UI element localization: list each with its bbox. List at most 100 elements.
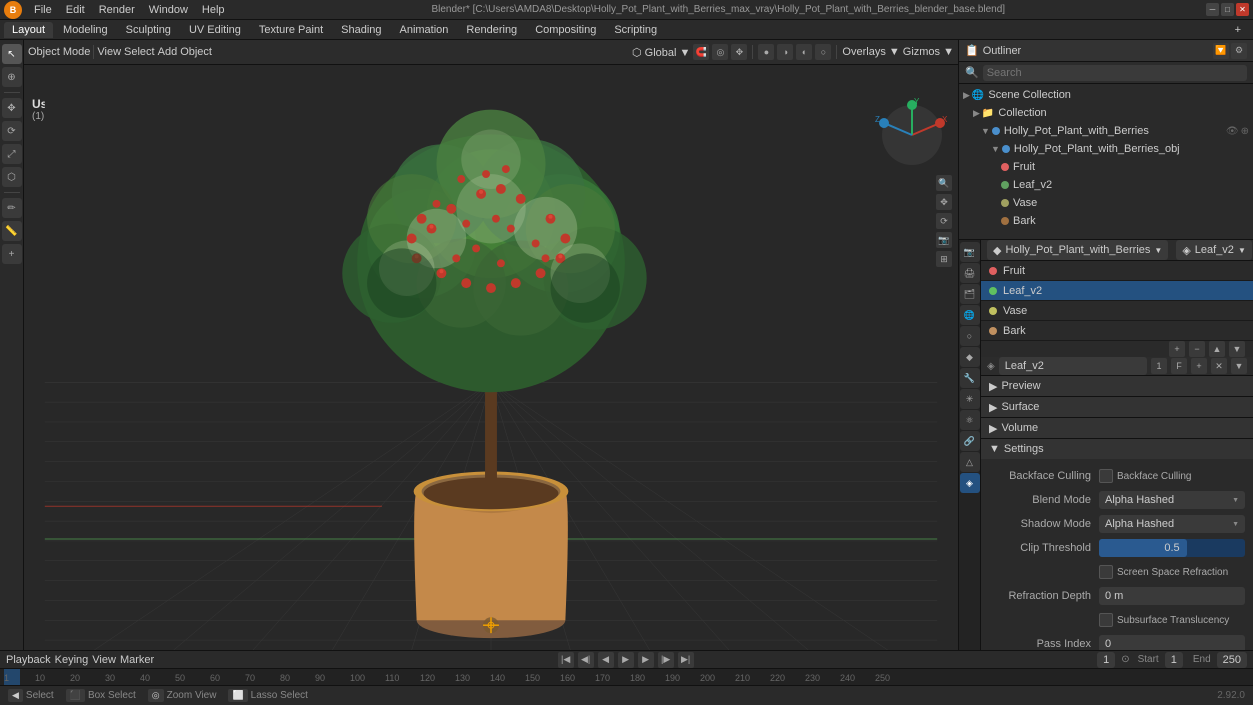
viewport-view-menu[interactable]: View [97,46,121,58]
status-box-select[interactable]: ⬛ Box Select [66,689,136,702]
tab-sculpting[interactable]: Sculpting [118,22,179,38]
mat-move-down-btn[interactable]: ▼ [1229,341,1245,357]
dropdown-shadow-mode[interactable]: Alpha Hashed [1099,515,1245,533]
timeline-start-frame[interactable]: 1 [1165,652,1183,668]
material-name-input[interactable]: Leaf_v2 [999,357,1147,375]
snap-magnet-icon[interactable]: 🧲 [693,44,709,60]
minimize-button[interactable]: ─ [1206,3,1219,16]
nav-orbit-button[interactable]: ⟳ [936,213,952,229]
checkbox-screen-refraction[interactable] [1099,565,1113,579]
timeline-marker-menu[interactable]: Marker [120,654,154,666]
prop-tab-data[interactable]: △ [960,452,980,472]
outliner-search-input[interactable] [983,65,1247,81]
material-filter-btn[interactable]: ▼ [1231,358,1247,374]
tool-measure[interactable]: 📏 [2,221,22,241]
status-lasso-select[interactable]: ⬜ Lasso Select [228,689,307,702]
menu-help[interactable]: Help [196,2,231,18]
menu-render[interactable]: Render [93,2,141,18]
timeline-view-menu[interactable]: View [92,654,116,666]
tl-prev-keyframe-btn[interactable]: ◀| [578,652,594,668]
status-zoom-view[interactable]: ◎ Zoom View [148,689,217,702]
nav-pan-button[interactable]: ✥ [936,194,952,210]
menu-edit[interactable]: Edit [60,2,91,18]
tl-play-btn[interactable]: ▶ [618,652,634,668]
maximize-button[interactable]: □ [1221,3,1234,16]
outliner-item-collection[interactable]: ▶ 📁 Collection [959,104,1253,122]
timeline-scrubber[interactable]: 1 10 20 30 40 50 60 70 80 90 100 110 120… [0,669,1253,685]
cursor-icon-holly[interactable]: ⊕ [1241,126,1249,137]
prop-tab-physics[interactable]: ⚛ [960,410,980,430]
section-volume-header[interactable]: ▶ Volume [981,418,1253,438]
outliner-item-bark[interactable]: Bark [959,212,1253,230]
viewport-shading-material[interactable]: ◑ [777,44,793,60]
mat-add-slot-btn[interactable]: + [1169,341,1185,357]
transform-gizmo-icon[interactable]: ✥ [731,44,747,60]
tab-scripting[interactable]: Scripting [606,22,665,38]
tool-transform[interactable]: ⬡ [2,167,22,187]
mat-remove-slot-btn[interactable]: − [1189,341,1205,357]
mat-slot-vase[interactable]: Vase [981,301,1253,321]
tab-animation[interactable]: Animation [392,22,457,38]
tab-rendering[interactable]: Rendering [458,22,525,38]
viewport-object-mode[interactable]: Object Mode [28,46,90,58]
prop-tab-view-layer[interactable]: 🗂 [960,284,980,304]
material-new-btn[interactable]: + [1191,358,1207,374]
outliner-item-leaf[interactable]: Leaf_v2 [959,176,1253,194]
tab-uv-editing[interactable]: UV Editing [181,22,249,38]
viewport-object-menu[interactable]: Object [180,46,212,58]
prop-tab-output[interactable]: 🖨 [960,263,980,283]
checkbox-subsurface-translucency[interactable] [1099,613,1113,627]
outliner-item-scene-collection[interactable]: ▶ 🌐 Scene Collection [959,86,1253,104]
outliner-settings-btn[interactable]: ⚙ [1231,43,1247,59]
add-tab-button[interactable]: + [1227,22,1249,38]
tl-prev-frame-btn[interactable]: ◀ [598,652,614,668]
tool-add[interactable]: + [2,244,22,264]
dropdown-blend-mode[interactable]: Alpha Hashed [1099,491,1245,509]
status-select[interactable]: ◀ Select [8,689,54,702]
object-selector-dropdown[interactable]: ◆ Holly_Pot_Plant_with_Berries ▼ [987,240,1168,260]
tab-compositing[interactable]: Compositing [527,22,604,38]
menu-file[interactable]: File [28,2,58,18]
viewport-shading-eevee[interactable]: ○ [815,44,831,60]
mat-slot-leaf[interactable]: Leaf_v2 [981,281,1253,301]
nav-camera-button[interactable]: 📷 [936,232,952,248]
prop-tab-particles[interactable]: ✳ [960,389,980,409]
nav-zoom-button[interactable]: 🔍 [936,175,952,191]
mat-move-up-btn[interactable]: ▲ [1209,341,1225,357]
material-fake-user-btn[interactable]: F [1171,358,1187,374]
proportional-edit-icon[interactable]: ◎ [712,44,728,60]
prop-tab-world[interactable]: ○ [960,326,980,346]
viewport-gizmos-btn[interactable]: Gizmos ▼ [903,46,954,58]
prop-tab-material[interactable]: ◈ [960,473,980,493]
nav-grid-button[interactable]: ⊞ [936,251,952,267]
checkbox-backface-culling[interactable] [1099,469,1113,483]
timeline-end-frame[interactable]: 250 [1217,652,1247,668]
viewport-3d[interactable]: Object Mode View Select Add Object ⬡ Glo… [24,40,958,650]
prop-tab-render[interactable]: 📷 [960,242,980,262]
timeline-current-frame[interactable]: 1 [1097,652,1115,668]
prop-tab-scene[interactable]: 🌐 [960,305,980,325]
scene-3d-canvas[interactable]: User Perspective (1) Collection | Holly_… [24,65,958,650]
input-refraction-depth[interactable]: 0 m [1099,587,1245,605]
viewport-overlays-btn[interactable]: Overlays ▼ [842,46,899,58]
tab-modeling[interactable]: Modeling [55,22,116,38]
tool-select[interactable]: ↖ [2,44,22,64]
close-button[interactable]: ✕ [1236,3,1249,16]
viewport-shading-rendered[interactable]: ◐ [796,44,812,60]
outliner-item-vase[interactable]: Vase [959,194,1253,212]
prop-tab-constraints[interactable]: 🔗 [960,431,980,451]
prop-tab-object[interactable]: ◆ [960,347,980,367]
tab-layout[interactable]: Layout [4,22,53,38]
material-selector-dropdown[interactable]: ◈ Leaf_v2 ▼ [1176,240,1252,260]
section-settings-header[interactable]: ▼ Settings [981,439,1253,459]
eye-icon-holly[interactable]: 👁 [1226,126,1239,137]
tool-move[interactable]: ✥ [2,98,22,118]
viewport-shading-solid[interactable]: ● [758,44,774,60]
viewport-select-menu[interactable]: Select [124,46,155,58]
tl-jump-end-btn[interactable]: ▶| [678,652,694,668]
tool-cursor[interactable]: ⊕ [2,67,22,87]
tl-next-keyframe-btn[interactable]: |▶ [658,652,674,668]
material-user-count-btn[interactable]: 1 [1151,358,1167,374]
menu-window[interactable]: Window [143,2,194,18]
tool-scale[interactable]: ⤢ [2,144,22,164]
